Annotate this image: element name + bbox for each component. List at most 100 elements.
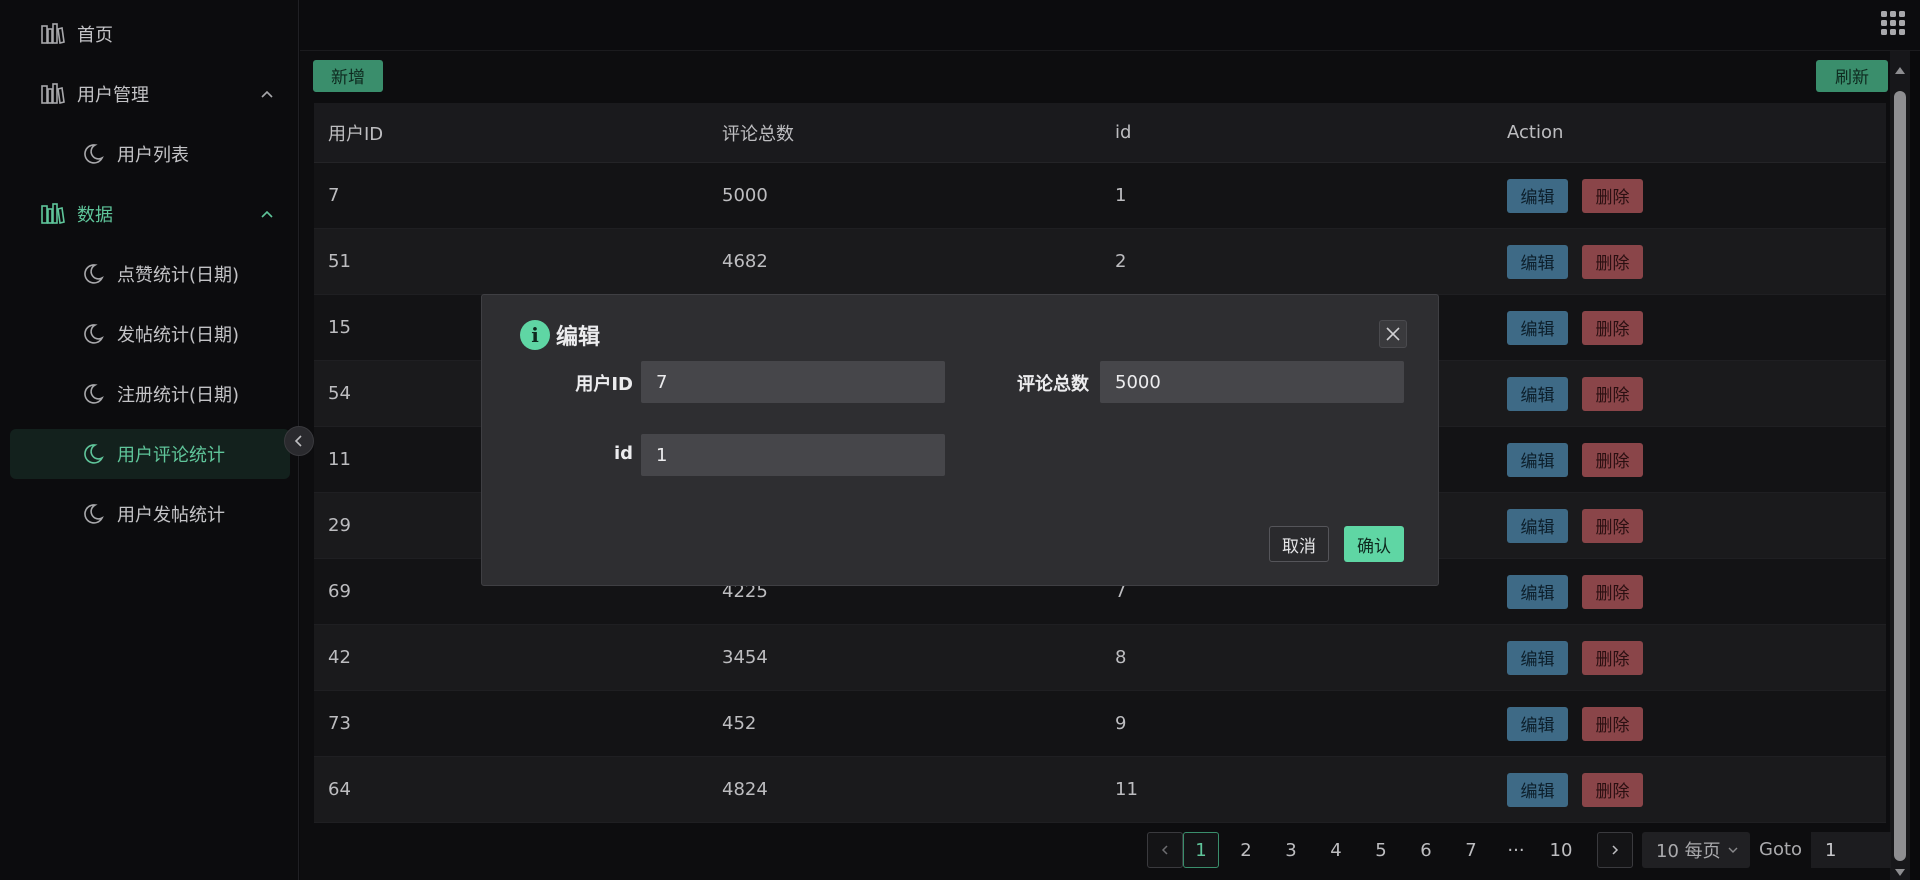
sidebar-item-label: 用户管理 [77,85,149,106]
comment-count-label: 评论总数 [1017,374,1089,395]
delete-button[interactable]: 删除 [1582,178,1643,213]
moon-icon [84,384,104,404]
chevron-down-icon [1728,847,1738,853]
delete-button[interactable]: 删除 [1582,640,1643,675]
page-size-select[interactable]: 10 每页 [1642,832,1750,868]
goto-label: Goto [1759,839,1803,860]
column-header-user-id: 用户ID [328,123,384,145]
edit-button[interactable]: 编辑 [1507,244,1568,279]
cell-id: 9 [1115,713,1127,734]
page-scrollbar[interactable] [1890,51,1910,880]
comment-count-input[interactable] [1100,361,1404,403]
column-header-action: Action [1507,122,1564,143]
sidebar-item-posts-stats[interactable]: 发帖统计(日期) [10,309,290,359]
sidebar-item-label: 注册统计(日期) [117,385,240,406]
add-button[interactable]: 新增 [313,60,383,92]
cell-comment-count: 4682 [722,251,768,272]
edit-button[interactable]: 编辑 [1507,706,1568,741]
close-button[interactable] [1379,320,1407,348]
scroll-down-arrow[interactable] [1895,869,1905,876]
page-10-button[interactable]: 10 [1543,832,1579,868]
cell-user-id: 73 [328,713,351,734]
apps-grid-icon[interactable] [1880,10,1906,36]
close-icon [1386,327,1400,341]
delete-button[interactable]: 删除 [1582,508,1643,543]
delete-button[interactable]: 删除 [1582,442,1643,477]
page-5-button[interactable]: 5 [1363,832,1399,868]
page-ellipsis[interactable]: ··· [1498,832,1534,868]
sidebar-item-home[interactable]: 首页 [10,9,290,59]
confirm-button[interactable]: 确认 [1344,526,1404,562]
chevron-left-icon [294,435,302,447]
cell-id: 8 [1115,647,1127,668]
sidebar-item-likes-stats[interactable]: 点赞统计(日期) [10,249,290,299]
goto-page-input[interactable] [1811,832,1891,868]
delete-button[interactable]: 删除 [1582,310,1643,345]
sidebar-item-label: 点赞统计(日期) [117,265,240,286]
id-label: id [613,443,633,464]
refresh-button[interactable]: 刷新 [1816,60,1888,92]
sidebar-collapse-button[interactable] [284,426,314,456]
id-input[interactable] [641,434,945,476]
edit-button[interactable]: 编辑 [1507,574,1568,609]
next-page-button[interactable] [1597,832,1633,868]
table-header: 用户ID 评论总数 id Action [314,103,1886,163]
sidebar-item-label: 发帖统计(日期) [117,325,240,346]
page-6-button[interactable]: 6 [1408,832,1444,868]
sidebar-item-register-stats[interactable]: 注册统计(日期) [10,369,290,419]
sidebar-item-label: 用户评论统计 [117,445,225,466]
books-icon [41,203,65,224]
sidebar-item-label: 用户发帖统计 [117,505,225,526]
edit-button[interactable]: 编辑 [1507,178,1568,213]
sidebar-item-user-management[interactable]: 用户管理 [10,69,290,119]
moon-icon [84,264,104,284]
scroll-thumb[interactable] [1894,91,1906,861]
cancel-button[interactable]: 取消 [1269,526,1329,562]
delete-button[interactable]: 删除 [1582,574,1643,609]
page-1-button[interactable]: 1 [1183,832,1219,868]
cell-user-id: 64 [328,779,351,800]
cell-id: 1 [1115,185,1127,206]
delete-button[interactable]: 删除 [1582,376,1643,411]
dialog-title: 编辑 [556,325,601,350]
table-row: 51 4682 2 编辑 删除 [314,229,1886,295]
delete-button[interactable]: 删除 [1582,706,1643,741]
chevron-up-icon [261,210,273,218]
edit-button[interactable]: 编辑 [1507,310,1568,345]
info-icon: i [520,320,550,350]
sidebar-item-user-post-stats[interactable]: 用户发帖统计 [10,489,290,539]
sidebar-item-label: 数据 [77,205,113,226]
edit-button[interactable]: 编辑 [1507,376,1568,411]
edit-button[interactable]: 编辑 [1507,442,1568,477]
sidebar-item-user-comment-stats[interactable]: 用户评论统计 [10,429,290,479]
page-3-button[interactable]: 3 [1273,832,1309,868]
page-4-button[interactable]: 4 [1318,832,1354,868]
page-7-button[interactable]: 7 [1453,832,1489,868]
edit-button[interactable]: 编辑 [1507,508,1568,543]
cell-user-id: 7 [328,185,340,206]
prev-page-button[interactable] [1147,832,1183,868]
moon-icon [84,444,104,464]
sidebar-item-data[interactable]: 数据 [10,189,290,239]
sidebar-item-label: 用户列表 [117,145,189,166]
table-row: 64 4824 11 编辑 删除 [314,757,1886,823]
sidebar-item-user-list[interactable]: 用户列表 [10,129,290,179]
edit-button[interactable]: 编辑 [1507,772,1568,807]
books-icon [41,83,65,104]
books-icon [41,23,65,44]
sidebar-item-label: 首页 [77,25,113,46]
edit-button[interactable]: 编辑 [1507,640,1568,675]
page-size-value: 10 每页 [1656,841,1721,862]
chevron-right-icon [1612,845,1619,855]
page-2-button[interactable]: 2 [1228,832,1264,868]
table-row: 7 5000 1 编辑 删除 [314,163,1886,229]
cell-user-id: 51 [328,251,351,272]
moon-icon [84,324,104,344]
cell-user-id: 54 [328,383,351,404]
cell-comment-count: 452 [722,713,757,734]
delete-button[interactable]: 删除 [1582,244,1643,279]
scroll-up-arrow[interactable] [1895,67,1905,74]
cell-comment-count: 3454 [722,647,768,668]
delete-button[interactable]: 删除 [1582,772,1643,807]
user-id-input[interactable] [641,361,945,403]
